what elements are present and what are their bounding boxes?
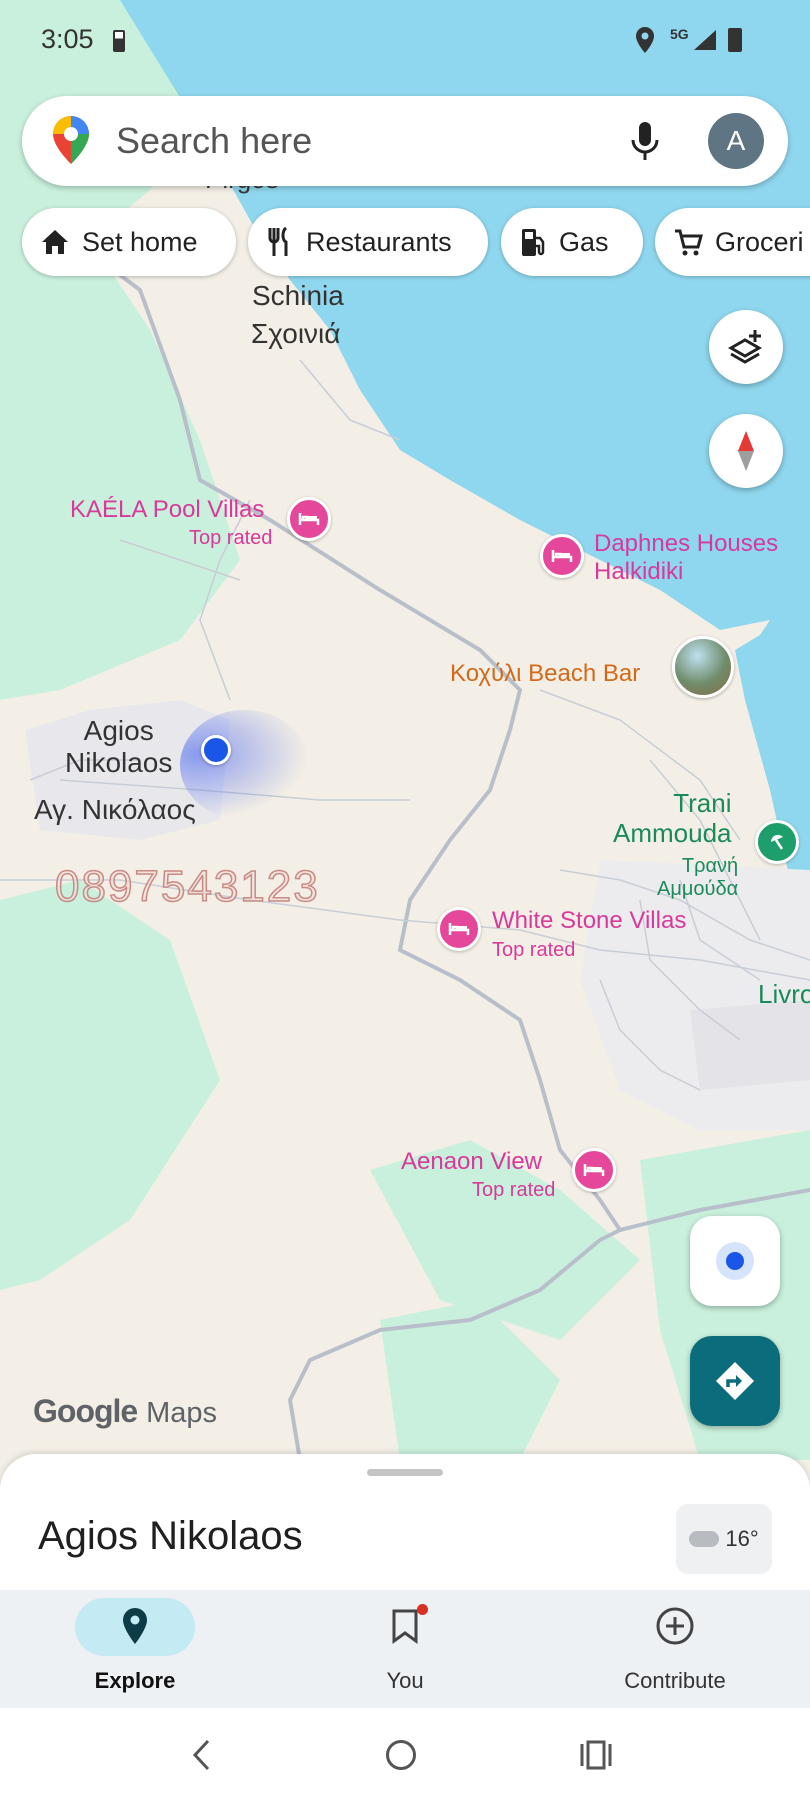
chip-set-home[interactable]: Set home (22, 208, 236, 276)
home-icon (42, 230, 68, 254)
nav-explore[interactable]: Explore (35, 1590, 235, 1708)
weather-chip[interactable]: 16° (676, 1504, 772, 1574)
hotel-bed-icon (298, 513, 320, 525)
maps-logo-text: Maps (146, 1397, 218, 1429)
poi-photo-beach-bar[interactable] (672, 636, 734, 698)
hotel-bed-icon (551, 550, 573, 562)
system-navigation-bar (0, 1708, 810, 1800)
account-avatar[interactable]: A (708, 113, 764, 169)
sheet-title: Agios Nikolaos (38, 1514, 303, 1558)
compass-button[interactable] (709, 414, 783, 488)
location-pin-icon (123, 1608, 147, 1644)
fork-knife-icon (268, 226, 288, 256)
bookmark-icon (392, 1609, 418, 1644)
location-heading-cone (180, 710, 310, 820)
hotel-bed-icon (448, 923, 470, 935)
search-bar[interactable]: Search here A (22, 96, 788, 186)
directions-icon (716, 1362, 754, 1400)
google-logo-text: Google (33, 1393, 138, 1429)
search-input[interactable]: Search here (116, 120, 312, 162)
chip-label-set-home: Set home (82, 226, 198, 257)
nav-you-label: You (386, 1668, 424, 1693)
beach-umbrella-icon (770, 834, 784, 850)
place-label-trani: Trani Ammouda (613, 788, 732, 848)
bottom-navigation: Explore You Contribute (0, 1590, 810, 1708)
status-bar: 3:05 5G (0, 0, 810, 80)
watermark-number: 0897543123 (54, 861, 320, 911)
poi-pin-white-stone[interactable] (437, 907, 481, 951)
my-location-button[interactable] (690, 1216, 780, 1306)
poi-pin-kaela[interactable] (287, 497, 331, 541)
layers-button[interactable] (709, 310, 783, 384)
battery-icon (728, 28, 742, 52)
add-circle-icon (656, 1607, 694, 1645)
poi-sub-aenaon: Top rated (472, 1179, 556, 1201)
cloud-icon (689, 1531, 720, 1547)
microphone-icon[interactable] (630, 120, 660, 162)
poi-pin-daphnes[interactable] (540, 534, 584, 578)
place-label-schinia: Schinia (252, 280, 344, 311)
chip-groceries[interactable]: Groceri (655, 208, 810, 276)
chip-label-groceries: Groceri (715, 226, 804, 257)
hotel-bed-icon (583, 1164, 605, 1176)
status-time: 3:05 (41, 24, 94, 54)
place-label-agios-nikolaos: Agios Nikolaos (65, 715, 173, 779)
battery-saver-icon (113, 30, 125, 52)
place-label-agios-nikolaos-greek: Αγ. Νικόλαος (34, 794, 196, 825)
my-location-icon (716, 1242, 754, 1280)
gas-pump-icon (522, 229, 545, 256)
poi-label-kaela[interactable]: KAÉLA Pool Villas (70, 496, 264, 524)
network-type-text: 5G (670, 26, 689, 42)
nav-explore-label: Explore (94, 1668, 176, 1693)
signal-strength-icon (694, 30, 716, 50)
nav-contribute[interactable]: Contribute (575, 1590, 775, 1708)
compass-icon (738, 431, 754, 471)
google-maps-pin-icon (53, 116, 89, 164)
back-icon[interactable] (190, 1738, 214, 1772)
place-label-trani-greek: Τρανή Αμμούδα (657, 855, 739, 900)
poi-sub-white-stone: Top rated (492, 939, 576, 961)
poi-pin-trani-beach[interactable] (755, 820, 799, 864)
notification-dot (417, 1604, 428, 1615)
bottom-sheet[interactable]: Agios Nikolaos 16° (0, 1454, 810, 1590)
poi-label-beach-bar[interactable]: Κοχύλι Beach Bar (450, 660, 640, 688)
chip-restaurants[interactable]: Restaurants (248, 208, 488, 276)
place-label-livro: Livro (758, 979, 810, 1009)
nav-contribute-label: Contribute (624, 1668, 726, 1693)
poi-label-daphnes[interactable]: Daphnes Houses Halkidiki (594, 530, 778, 585)
poi-sub-kaela: Top rated (189, 527, 273, 549)
cart-icon (675, 229, 703, 256)
poi-label-white-stone[interactable]: White Stone Villas (492, 907, 686, 935)
layers-icon (727, 330, 763, 364)
avatar-initial: A (726, 125, 746, 156)
home-icon-system[interactable] (386, 1740, 416, 1770)
google-maps-logo: Google Maps (33, 1393, 217, 1430)
chip-gas[interactable]: Gas (501, 208, 643, 276)
chip-label-restaurants: Restaurants (306, 226, 452, 257)
poi-label-aenaon[interactable]: Aenaon View (401, 1148, 542, 1176)
weather-temp: 16° (725, 1526, 759, 1551)
nav-you[interactable]: You (305, 1590, 505, 1708)
poi-pin-aenaon[interactable] (572, 1148, 616, 1192)
current-location-dot (201, 735, 231, 765)
recents-icon[interactable] (580, 1740, 612, 1770)
directions-button[interactable] (690, 1336, 780, 1426)
location-status-icon (636, 27, 654, 53)
place-label-schinia-greek: Σχοινιά (251, 318, 341, 349)
sheet-drag-handle[interactable] (367, 1469, 443, 1476)
chip-label-gas: Gas (559, 226, 609, 257)
